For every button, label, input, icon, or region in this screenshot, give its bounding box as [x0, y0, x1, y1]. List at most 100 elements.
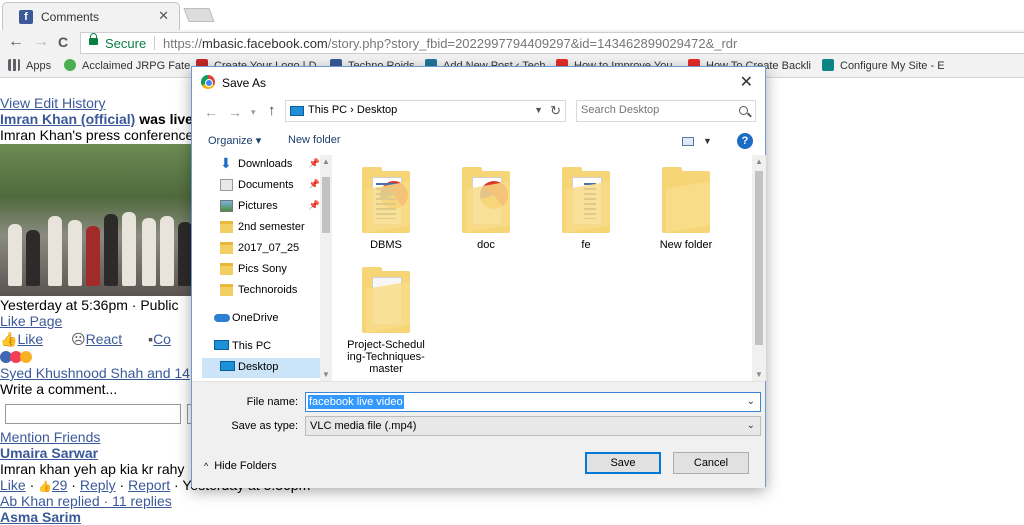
nav-item-onedrive[interactable]: OneDrive: [192, 309, 320, 329]
up-arrow-icon[interactable]: ↑: [268, 102, 276, 119]
file-name-label: File name:: [246, 396, 298, 408]
bookmark-apps[interactable]: Apps: [8, 59, 51, 72]
file-item-doc[interactable]: doc: [446, 161, 526, 271]
file-list-scrollbar[interactable]: ▲ ▼: [752, 155, 766, 381]
file-name-field[interactable]: facebook live video ⌄: [305, 392, 761, 412]
search-box[interactable]: [576, 100, 756, 122]
react-link[interactable]: React: [86, 331, 123, 347]
like-count[interactable]: 29: [52, 477, 68, 493]
mention-friends-link[interactable]: Mention Friends: [0, 429, 100, 445]
nav-item-this-pc[interactable]: This PC: [192, 337, 320, 357]
downloads-icon: ⬇: [220, 155, 232, 171]
browser-tab-comments[interactable]: f Comments ✕: [2, 2, 180, 30]
pin-icon: 📌: [308, 200, 320, 210]
nav-item-pictures[interactable]: Pictures 📌: [202, 197, 330, 217]
folder-front: [466, 181, 510, 233]
organize-button[interactable]: Organize ▾: [208, 134, 261, 147]
save-as-type-select[interactable]: VLC media file (.mp4) ⌄: [305, 416, 761, 436]
comment-link[interactable]: Co: [153, 331, 171, 347]
onedrive-icon: [214, 314, 230, 322]
photo-figure: [122, 212, 136, 286]
change-view-icon[interactable]: [682, 137, 694, 146]
new-folder-button[interactable]: New folder: [288, 134, 341, 146]
refresh-icon[interactable]: ↻: [550, 103, 561, 119]
scroll-down-icon[interactable]: ▼: [755, 370, 763, 379]
back-arrow-icon[interactable]: ←: [204, 104, 218, 120]
bookmark-item[interactable]: Configure My Site - E: [822, 59, 945, 72]
file-item-fe[interactable]: fe: [546, 161, 626, 271]
nav-item-downloads[interactable]: ⬇ Downloads 📌: [202, 155, 330, 175]
search-input[interactable]: [581, 104, 731, 116]
like-page-link[interactable]: Like Page: [0, 313, 62, 329]
save-button[interactable]: Save: [585, 452, 661, 474]
bookmark-icon: [64, 59, 76, 71]
report-link[interactable]: Report: [128, 477, 170, 493]
live-video-thumbnail[interactable]: [0, 144, 192, 296]
photo-figure: [68, 220, 82, 286]
like-link[interactable]: Like: [17, 331, 43, 347]
nav-item-2017-07-25[interactable]: 2017_07_25: [202, 239, 330, 259]
dialog-titlebar[interactable]: Save As ✕: [192, 67, 765, 97]
view-dropdown-icon[interactable]: ▼: [703, 136, 712, 146]
nav-pane-scrollbar[interactable]: ▲ ▼: [320, 155, 332, 381]
breadcrumb[interactable]: This PC › Desktop ▼ ↻: [285, 100, 566, 122]
scroll-down-icon[interactable]: ▼: [322, 370, 330, 379]
navigation-pane: ⬇ Downloads 📌 Documents 📌 Pictures 📌 2nd…: [192, 155, 332, 381]
nav-item-label: Pics Sony: [238, 263, 287, 275]
hide-folders-button[interactable]: ^ Hide Folders: [204, 460, 277, 472]
apps-icon: [8, 59, 20, 71]
scrollbar-thumb[interactable]: [755, 171, 763, 345]
reload-icon[interactable]: C: [58, 34, 68, 50]
commenter-link[interactable]: Asma Sarim: [0, 509, 81, 525]
reply-link[interactable]: Reply: [80, 477, 116, 493]
bookmark-item[interactable]: Acclaimed JRPG Fate: [64, 59, 190, 72]
forward-arrow-icon[interactable]: →: [228, 104, 242, 120]
photo-figure: [86, 226, 100, 286]
forward-icon[interactable]: →: [33, 33, 49, 51]
back-icon[interactable]: ←: [8, 33, 24, 51]
comment-input[interactable]: [5, 404, 181, 424]
file-name-value[interactable]: facebook live video: [308, 395, 404, 409]
nav-item-desktop[interactable]: Desktop: [202, 358, 320, 378]
chevron-down-icon[interactable]: ⌄: [747, 420, 755, 431]
nav-item-technoroids[interactable]: Technoroids: [202, 281, 330, 301]
commenter-link[interactable]: Umaira Sarwar: [0, 445, 98, 461]
photo-figure: [8, 224, 22, 286]
folder-front: [366, 281, 410, 333]
comment-text: Imran khan yeh ap kia kr rahy: [0, 461, 185, 477]
write-comment-label: Write a comment...: [0, 381, 118, 397]
reactors-link[interactable]: Syed Khushnood Shah and 14: [0, 365, 190, 381]
poster-link[interactable]: Imran Khan (official): [0, 111, 135, 127]
replies-link[interactable]: Ab Khan replied · 11 replies: [0, 493, 172, 509]
photo-figure: [178, 222, 192, 286]
nav-item-documents[interactable]: Documents 📌: [202, 176, 330, 196]
close-tab-icon[interactable]: ✕: [158, 8, 169, 24]
nav-item-pics-sony[interactable]: Pics Sony: [202, 260, 330, 280]
new-tab-button[interactable]: [183, 8, 215, 22]
recent-locations-icon[interactable]: ▾: [251, 107, 256, 118]
nav-item-label: Desktop: [238, 361, 279, 373]
close-icon[interactable]: ✕: [740, 72, 753, 92]
nav-item-2nd-semester[interactable]: 2nd semester: [202, 218, 330, 238]
chevron-down-icon[interactable]: ▼: [534, 105, 543, 115]
scrollbar-thumb[interactable]: [322, 177, 330, 233]
chrome-icon: [201, 75, 215, 89]
cancel-button[interactable]: Cancel: [673, 452, 749, 474]
file-item-new-folder[interactable]: New folder: [646, 161, 726, 271]
reaction-icons: [0, 350, 32, 363]
scroll-up-icon[interactable]: ▲: [322, 157, 330, 166]
folder-icon: [220, 284, 233, 296]
commenter-name: Umaira Sarwar: [0, 445, 98, 461]
url-text: https://mbasic.facebook.com/story.php?st…: [163, 36, 737, 51]
chevron-down-icon[interactable]: ⌄: [747, 396, 755, 407]
folder-front: [366, 181, 410, 233]
file-item-project-scheduling[interactable]: Project-Scheduling-Techniques-master: [346, 261, 426, 381]
comment-like-link[interactable]: Like: [0, 477, 26, 493]
nav-item-label: Pictures: [238, 200, 278, 212]
help-icon[interactable]: ?: [737, 133, 753, 149]
address-bar[interactable]: Secure https://mbasic.facebook.com/story…: [80, 32, 1024, 54]
scroll-up-icon[interactable]: ▲: [755, 157, 763, 166]
view-edit-history-link[interactable]: View Edit History: [0, 95, 106, 111]
file-item-dbms[interactable]: DBMS: [346, 161, 426, 271]
react-icon: ☹: [71, 331, 86, 347]
